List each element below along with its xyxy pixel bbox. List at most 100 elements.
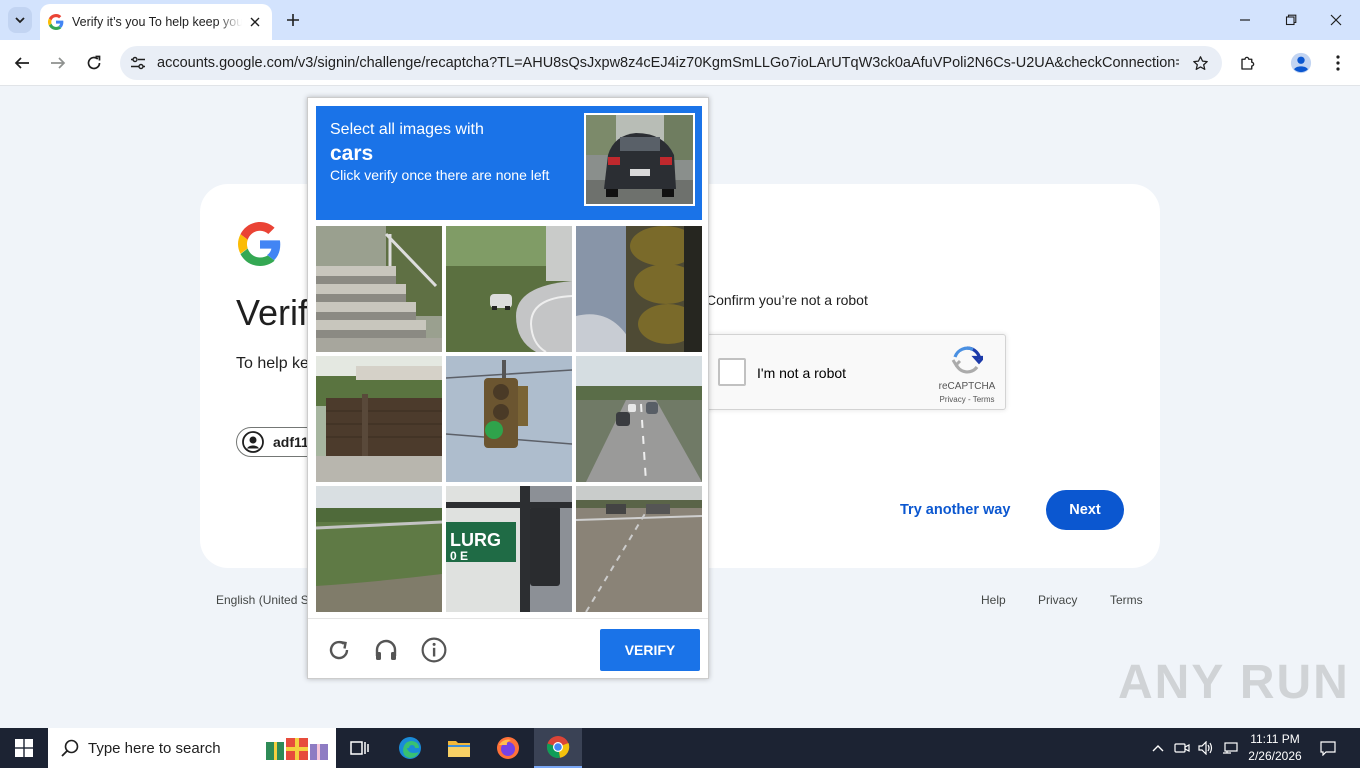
recaptcha-challenge: Select all images with cars Click verify… xyxy=(307,97,709,679)
start-button[interactable] xyxy=(0,728,48,768)
network-button[interactable] xyxy=(1220,738,1240,758)
tab-close-button[interactable] xyxy=(246,13,264,31)
close-icon xyxy=(1330,14,1342,26)
challenge-subtext: Click verify once there are none left xyxy=(330,167,550,183)
tile-road-distant[interactable] xyxy=(576,486,702,612)
tile-fence[interactable] xyxy=(316,356,442,482)
close-window-button[interactable] xyxy=(1324,8,1348,32)
bookmark-button[interactable] xyxy=(1190,53,1210,73)
recaptcha-logo-icon xyxy=(951,346,983,374)
footer-links: Help Privacy Terms xyxy=(981,593,1143,607)
traffic-light-closeup-image xyxy=(576,226,702,352)
audio-challenge-button[interactable] xyxy=(372,636,400,664)
speaker-icon xyxy=(1198,741,1213,755)
headphones-icon xyxy=(375,639,397,660)
challenge-footer: VERIFY xyxy=(308,618,708,678)
account-email: adf11 xyxy=(273,434,309,450)
system-clock[interactable]: 11:11 PM 2/26/2026 xyxy=(1246,731,1304,765)
challenge-grid: LURG 0 E xyxy=(316,226,702,612)
chevron-down-icon xyxy=(15,17,25,24)
footer-help-link[interactable]: Help xyxy=(981,593,1038,607)
tile-road-curve[interactable] xyxy=(446,226,572,352)
notification-icon xyxy=(1320,741,1336,756)
tile-street-sign[interactable]: LURG 0 E xyxy=(446,486,572,612)
profile-button[interactable] xyxy=(1289,51,1313,75)
try-another-way-link[interactable]: Try another way xyxy=(900,502,1010,518)
back-button[interactable] xyxy=(10,51,34,75)
new-tab-button[interactable] xyxy=(282,9,304,31)
taskbar-search[interactable]: Type here to search xyxy=(48,728,336,768)
clock-date: 2/26/2026 xyxy=(1248,749,1302,763)
address-bar[interactable]: accounts.google.com/v3/signin/challenge/… xyxy=(120,46,1222,80)
reload-challenge-button[interactable] xyxy=(325,636,353,664)
challenge-instruction: Select all images with xyxy=(330,121,484,138)
task-view-icon xyxy=(350,741,369,755)
refresh-icon xyxy=(329,640,349,660)
minimize-icon xyxy=(1240,19,1250,21)
verify-button[interactable]: VERIFY xyxy=(600,629,700,671)
firefox-app[interactable] xyxy=(484,728,532,768)
close-icon xyxy=(250,17,260,27)
tile-traffic-light-closeup[interactable] xyxy=(576,226,702,352)
windows-logo-icon xyxy=(15,739,33,757)
gift-boxes-icon xyxy=(266,738,328,760)
edge-app[interactable] xyxy=(386,728,434,768)
file-explorer-app[interactable] xyxy=(435,728,483,768)
restore-icon xyxy=(1285,14,1297,26)
anyrun-watermark: ANY RUN xyxy=(1118,656,1350,709)
more-vertical-icon xyxy=(1336,55,1340,71)
traffic-light-green-image xyxy=(446,356,572,482)
extensions-button[interactable] xyxy=(1236,51,1260,75)
tile-stairs[interactable] xyxy=(316,226,442,352)
volume-button[interactable] xyxy=(1196,738,1216,758)
sample-image xyxy=(584,113,695,206)
recaptcha-checkbox[interactable] xyxy=(718,358,746,386)
camera-icon xyxy=(1174,743,1190,753)
reload-button[interactable] xyxy=(82,51,106,75)
language-selector[interactable]: English (United S xyxy=(216,593,309,607)
challenge-target: cars xyxy=(330,142,374,165)
footer-privacy-link[interactable]: Privacy xyxy=(1038,593,1110,607)
highway-cars-image xyxy=(576,356,702,482)
network-icon xyxy=(1223,742,1238,754)
road-distant-image xyxy=(576,486,702,612)
next-button[interactable]: Next xyxy=(1046,490,1124,530)
fence-image xyxy=(316,356,442,482)
forward-button[interactable] xyxy=(46,51,70,75)
svg-text:0 E: 0 E xyxy=(450,549,468,563)
firefox-icon xyxy=(497,737,519,759)
restore-button[interactable] xyxy=(1279,8,1303,32)
minimize-button[interactable] xyxy=(1233,8,1257,32)
recaptcha-privacy-terms[interactable]: Privacy - Terms xyxy=(927,395,1007,404)
help-button[interactable] xyxy=(420,636,448,664)
tab-search-button[interactable] xyxy=(8,7,32,33)
puzzle-icon xyxy=(1241,56,1255,70)
account-circle-icon xyxy=(242,431,264,453)
show-hidden-icons-button[interactable] xyxy=(1148,738,1168,758)
recaptcha-widget: I'm not a robot reCAPTCHA Privacy - Term… xyxy=(706,334,1006,410)
notifications-button[interactable] xyxy=(1318,738,1338,758)
tile-grass-field[interactable] xyxy=(316,486,442,612)
url-text: accounts.google.com/v3/signin/challenge/… xyxy=(157,55,1179,71)
folder-icon xyxy=(448,741,470,757)
challenge-header: Select all images with cars Click verify… xyxy=(316,106,702,220)
edge-icon xyxy=(399,737,421,759)
google-logo-icon xyxy=(238,222,281,266)
tab-strip: Verify it’s you To help keep your accoun… xyxy=(0,0,1360,40)
windows-taskbar: Type here to search 11:11 PM 2/26/2026 xyxy=(0,728,1360,768)
meet-now-button[interactable] xyxy=(1172,738,1192,758)
reload-icon xyxy=(87,55,101,70)
arrow-left-icon xyxy=(14,57,29,69)
footer-terms-link[interactable]: Terms xyxy=(1110,593,1143,607)
site-info-button[interactable] xyxy=(128,53,148,73)
task-view-button[interactable] xyxy=(336,728,384,768)
plus-icon xyxy=(287,14,299,26)
browser-tab[interactable]: Verify it’s you To help keep your accoun… xyxy=(40,4,272,40)
recaptcha-brand: reCAPTCHA xyxy=(938,381,996,392)
google-g-icon xyxy=(48,14,64,30)
chrome-app[interactable] xyxy=(534,728,582,768)
tile-highway-cars[interactable] xyxy=(576,356,702,482)
tile-traffic-light-green[interactable] xyxy=(446,356,572,482)
page-title: Verif xyxy=(236,292,309,333)
menu-button[interactable] xyxy=(1326,51,1350,75)
